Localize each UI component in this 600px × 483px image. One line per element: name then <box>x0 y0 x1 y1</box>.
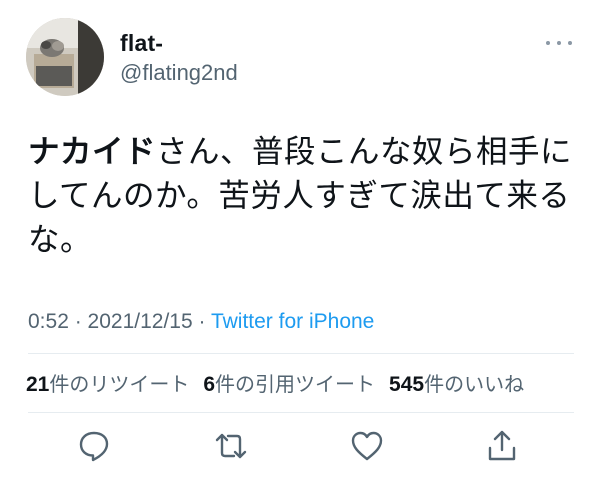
heart-icon <box>351 431 383 461</box>
more-options-button[interactable] <box>546 36 572 50</box>
retweet-button[interactable] <box>213 428 249 464</box>
retweet-icon <box>215 433 247 459</box>
like-count[interactable]: 545件のいいね <box>389 372 524 396</box>
divider <box>28 353 574 354</box>
like-button[interactable] <box>349 428 385 464</box>
reply-icon <box>79 431 109 462</box>
retweet-count[interactable]: 21件のリツイート <box>26 372 189 396</box>
reply-button[interactable] <box>76 428 112 464</box>
user-handle[interactable]: @flating2nd <box>120 60 238 86</box>
engagement-stats: 21件のリツイート 6件の引用ツイート 545件のいいね <box>26 368 524 397</box>
share-button[interactable] <box>484 428 520 464</box>
tweet-time[interactable]: 0:52 <box>28 310 69 333</box>
divider <box>28 412 574 413</box>
more-dot-icon <box>568 41 572 45</box>
share-icon <box>488 430 516 461</box>
tweet-date[interactable]: 2021/12/15 <box>88 310 193 333</box>
more-dot-icon <box>557 41 561 45</box>
mention-link[interactable]: ナカイド <box>28 134 156 170</box>
tweet-source-link[interactable]: Twitter for iPhone <box>211 310 374 333</box>
meta-separator: · <box>68 310 88 333</box>
more-dot-icon <box>546 41 550 45</box>
tweet-meta: 0:52 · 2021/12/15 · Twitter for iPhone <box>28 310 374 334</box>
tweet-text: ナカイドさん、普段こんな奴ら相手にしてんのか。苦労人すぎて涙出て来るな。 <box>28 130 578 262</box>
avatar-photo <box>26 18 104 96</box>
avatar[interactable] <box>26 18 104 96</box>
tweet-detail: flat- @flating2nd ナカイドさん、普段こんな奴ら相手にしてんのか… <box>0 0 600 483</box>
quote-count[interactable]: 6件の引用ツイート <box>203 372 375 396</box>
display-name[interactable]: flat- <box>120 30 163 57</box>
action-bar <box>0 428 600 468</box>
meta-separator: · <box>192 310 211 333</box>
